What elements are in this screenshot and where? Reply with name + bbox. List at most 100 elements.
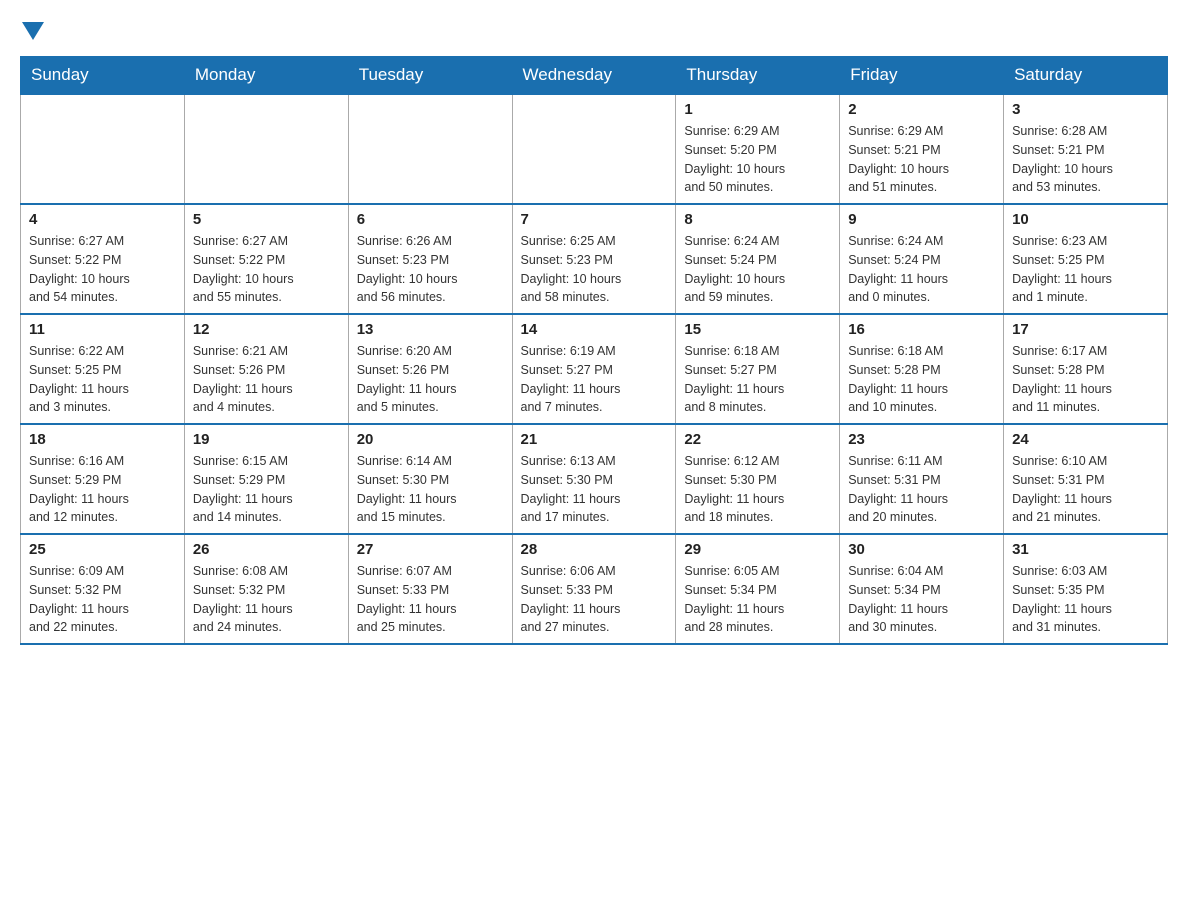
column-header-thursday: Thursday [676,57,840,95]
calendar-cell: 21Sunrise: 6:13 AMSunset: 5:30 PMDayligh… [512,424,676,534]
calendar-cell [21,94,185,204]
day-info: Sunrise: 6:27 AMSunset: 5:22 PMDaylight:… [193,232,340,307]
day-number: 24 [1012,431,1159,448]
day-info: Sunrise: 6:17 AMSunset: 5:28 PMDaylight:… [1012,342,1159,417]
calendar-week-row: 4 Sunrise: 6:27 AMSunset: 5:22 PMDaylight… [21,204,1168,314]
day-number: 21 [521,431,668,448]
day-info: Sunrise: 6:07 AMSunset: 5:33 PMDaylight:… [357,562,504,637]
calendar-header-row: SundayMondayTuesdayWednesdayThursdayFrid… [21,57,1168,95]
day-number: 3 [1012,101,1159,118]
calendar-cell: 5 Sunrise: 6:27 AMSunset: 5:22 PMDaylight… [184,204,348,314]
calendar-cell: 15 Sunrise: 6:18 AMSunset: 5:27 PMDayligh… [676,314,840,424]
day-info: Sunrise: 6:12 AMSunset: 5:30 PMDaylight:… [684,452,831,527]
day-number: 2 [848,101,995,118]
page-header [20,20,1168,40]
day-number: 31 [1012,541,1159,558]
day-number: 12 [193,321,340,338]
day-info: Sunrise: 6:06 AMSunset: 5:33 PMDaylight:… [521,562,668,637]
day-info: Sunrise: 6:16 AMSunset: 5:29 PMDaylight:… [29,452,176,527]
day-number: 27 [357,541,504,558]
day-number: 5 [193,211,340,228]
column-header-monday: Monday [184,57,348,95]
day-number: 23 [848,431,995,448]
day-number: 25 [29,541,176,558]
calendar-cell: 29Sunrise: 6:05 AMSunset: 5:34 PMDayligh… [676,534,840,644]
day-number: 7 [521,211,668,228]
calendar-week-row: 11Sunrise: 6:22 AMSunset: 5:25 PMDayligh… [21,314,1168,424]
day-number: 8 [684,211,831,228]
day-info: Sunrise: 6:20 AMSunset: 5:26 PMDaylight:… [357,342,504,417]
day-info: Sunrise: 6:18 AMSunset: 5:27 PMDaylight:… [684,342,831,417]
day-info: Sunrise: 6:24 AMSunset: 5:24 PMDaylight:… [684,232,831,307]
day-info: Sunrise: 6:09 AMSunset: 5:32 PMDaylight:… [29,562,176,637]
day-number: 14 [521,321,668,338]
day-info: Sunrise: 6:26 AMSunset: 5:23 PMDaylight:… [357,232,504,307]
calendar-week-row: 18 Sunrise: 6:16 AMSunset: 5:29 PMDayligh… [21,424,1168,534]
calendar-cell [184,94,348,204]
calendar-cell: 28 Sunrise: 6:06 AMSunset: 5:33 PMDayligh… [512,534,676,644]
column-header-wednesday: Wednesday [512,57,676,95]
logo [20,20,44,40]
day-info: Sunrise: 6:18 AMSunset: 5:28 PMDaylight:… [848,342,995,417]
column-header-saturday: Saturday [1004,57,1168,95]
day-number: 19 [193,431,340,448]
day-info: Sunrise: 6:24 AMSunset: 5:24 PMDaylight:… [848,232,995,307]
calendar-cell: 9 Sunrise: 6:24 AMSunset: 5:24 PMDaylight… [840,204,1004,314]
logo-triangle-icon [22,22,44,40]
day-number: 4 [29,211,176,228]
calendar-cell: 30Sunrise: 6:04 AMSunset: 5:34 PMDayligh… [840,534,1004,644]
day-number: 29 [684,541,831,558]
calendar-cell: 6 Sunrise: 6:26 AMSunset: 5:23 PMDaylight… [348,204,512,314]
calendar-week-row: 25 Sunrise: 6:09 AMSunset: 5:32 PMDayligh… [21,534,1168,644]
day-number: 13 [357,321,504,338]
calendar-table: SundayMondayTuesdayWednesdayThursdayFrid… [20,56,1168,645]
column-header-sunday: Sunday [21,57,185,95]
day-info: Sunrise: 6:11 AMSunset: 5:31 PMDaylight:… [848,452,995,527]
calendar-cell: 14 Sunrise: 6:19 AMSunset: 5:27 PMDayligh… [512,314,676,424]
calendar-cell: 7 Sunrise: 6:25 AMSunset: 5:23 PMDaylight… [512,204,676,314]
day-info: Sunrise: 6:29 AMSunset: 5:20 PMDaylight:… [684,122,831,197]
calendar-cell: 8 Sunrise: 6:24 AMSunset: 5:24 PMDaylight… [676,204,840,314]
day-number: 9 [848,211,995,228]
day-number: 28 [521,541,668,558]
calendar-cell: 1 Sunrise: 6:29 AMSunset: 5:20 PMDaylight… [676,94,840,204]
calendar-cell: 10 Sunrise: 6:23 AMSunset: 5:25 PMDayligh… [1004,204,1168,314]
column-header-friday: Friday [840,57,1004,95]
day-number: 18 [29,431,176,448]
day-number: 26 [193,541,340,558]
day-info: Sunrise: 6:19 AMSunset: 5:27 PMDaylight:… [521,342,668,417]
day-info: Sunrise: 6:25 AMSunset: 5:23 PMDaylight:… [521,232,668,307]
day-number: 17 [1012,321,1159,338]
day-number: 1 [684,101,831,118]
calendar-cell [512,94,676,204]
calendar-cell: 3 Sunrise: 6:28 AMSunset: 5:21 PMDaylight… [1004,94,1168,204]
day-info: Sunrise: 6:27 AMSunset: 5:22 PMDaylight:… [29,232,176,307]
day-number: 6 [357,211,504,228]
calendar-cell: 27 Sunrise: 6:07 AMSunset: 5:33 PMDayligh… [348,534,512,644]
day-info: Sunrise: 6:10 AMSunset: 5:31 PMDaylight:… [1012,452,1159,527]
calendar-cell: 16 Sunrise: 6:18 AMSunset: 5:28 PMDayligh… [840,314,1004,424]
calendar-cell: 23 Sunrise: 6:11 AMSunset: 5:31 PMDayligh… [840,424,1004,534]
calendar-cell: 17 Sunrise: 6:17 AMSunset: 5:28 PMDayligh… [1004,314,1168,424]
calendar-cell: 13 Sunrise: 6:20 AMSunset: 5:26 PMDayligh… [348,314,512,424]
day-info: Sunrise: 6:08 AMSunset: 5:32 PMDaylight:… [193,562,340,637]
day-number: 11 [29,321,176,338]
day-info: Sunrise: 6:15 AMSunset: 5:29 PMDaylight:… [193,452,340,527]
day-number: 22 [684,431,831,448]
calendar-cell: 12Sunrise: 6:21 AMSunset: 5:26 PMDayligh… [184,314,348,424]
calendar-cell: 22 Sunrise: 6:12 AMSunset: 5:30 PMDayligh… [676,424,840,534]
calendar-cell: 26 Sunrise: 6:08 AMSunset: 5:32 PMDayligh… [184,534,348,644]
calendar-cell: 24 Sunrise: 6:10 AMSunset: 5:31 PMDayligh… [1004,424,1168,534]
day-info: Sunrise: 6:28 AMSunset: 5:21 PMDaylight:… [1012,122,1159,197]
calendar-cell: 11Sunrise: 6:22 AMSunset: 5:25 PMDayligh… [21,314,185,424]
day-number: 15 [684,321,831,338]
day-number: 16 [848,321,995,338]
calendar-cell: 20Sunrise: 6:14 AMSunset: 5:30 PMDayligh… [348,424,512,534]
day-info: Sunrise: 6:04 AMSunset: 5:34 PMDaylight:… [848,562,995,637]
day-info: Sunrise: 6:23 AMSunset: 5:25 PMDaylight:… [1012,232,1159,307]
calendar-week-row: 1 Sunrise: 6:29 AMSunset: 5:20 PMDaylight… [21,94,1168,204]
calendar-cell: 4 Sunrise: 6:27 AMSunset: 5:22 PMDaylight… [21,204,185,314]
calendar-cell: 18 Sunrise: 6:16 AMSunset: 5:29 PMDayligh… [21,424,185,534]
calendar-cell: 25 Sunrise: 6:09 AMSunset: 5:32 PMDayligh… [21,534,185,644]
day-number: 10 [1012,211,1159,228]
